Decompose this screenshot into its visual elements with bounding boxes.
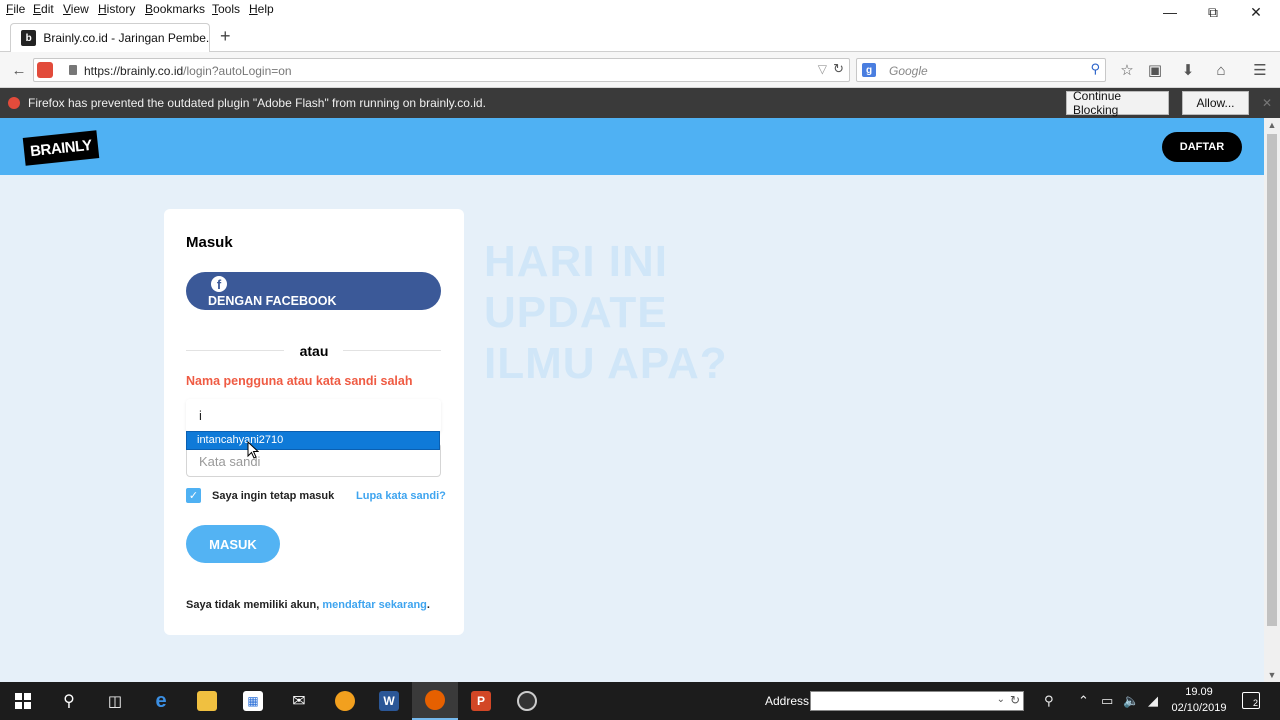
- hero-headline: HARI INI UPDATE ILMU APA?: [484, 236, 728, 389]
- autocomplete-dropdown[interactable]: intancahyani2710: [186, 431, 440, 450]
- login-card: Masuk f DENGAN FACEBOOK atau Nama penggu…: [164, 209, 464, 635]
- menu-edit[interactable]: Edit: [33, 2, 54, 16]
- divider-right: [343, 350, 441, 351]
- navigation-toolbar: ← https://brainly.co.id/login?autoLogin=…: [0, 52, 1280, 88]
- menu-help[interactable]: Help: [249, 2, 274, 16]
- store-icon[interactable]: ▦: [230, 682, 276, 720]
- address-dropdown-icon[interactable]: ⌄: [997, 694, 1005, 705]
- facebook-icon: f: [211, 276, 227, 292]
- or-separator: atau: [299, 343, 329, 359]
- url-path: /login?autoLogin=on: [183, 64, 292, 78]
- remember-me-checkbox[interactable]: ✓: [186, 488, 201, 503]
- signup-suffix: .: [426, 599, 430, 611]
- volume-icon[interactable]: 🔈: [1123, 693, 1139, 709]
- username-value: i: [199, 408, 202, 423]
- signup-prefix: Saya tidak memiliki akun,: [186, 599, 323, 611]
- search-taskbar-icon[interactable]: ⚲: [46, 682, 92, 720]
- reading-list-icon[interactable]: ▣: [1145, 60, 1165, 80]
- autocomplete-suggestion[interactable]: intancahyani2710: [197, 434, 283, 446]
- plugin-notification-bar: Firefox has prevented the outdated plugi…: [0, 88, 1280, 118]
- mouse-cursor-icon: [247, 441, 259, 459]
- task-view-icon[interactable]: ◫: [92, 682, 138, 720]
- address-go-icon[interactable]: ↻: [1010, 693, 1020, 707]
- windows-taskbar: ⚲ ◫ e ▦ ✉ W P Address ⌄ ↻ ⚲ ⌃ ▭ 🔈 ◢ 19.0…: [0, 682, 1280, 720]
- menu-bookmarks[interactable]: Bookmarks: [145, 2, 205, 16]
- reload-icon[interactable]: ↻: [833, 61, 844, 77]
- scroll-down-icon[interactable]: ▼: [1264, 670, 1280, 680]
- plugin-blocked-icon[interactable]: [37, 62, 53, 78]
- brainly-logo[interactable]: BRAINLY: [22, 130, 100, 166]
- back-icon[interactable]: ←: [9, 60, 29, 80]
- close-notification-icon[interactable]: ✕: [1262, 96, 1272, 110]
- signup-prompt: Saya tidak memiliki akun, mendaftar seka…: [186, 599, 430, 611]
- edge-icon[interactable]: e: [138, 682, 184, 720]
- url-host: https://brainly.co.id: [84, 64, 184, 78]
- hero-line-3: ILMU APA?: [484, 339, 728, 388]
- battery-icon[interactable]: ▭: [1101, 693, 1113, 709]
- menu-file[interactable]: File: [6, 2, 25, 16]
- home-icon[interactable]: ⌂: [1211, 60, 1231, 80]
- search-bar[interactable]: g Google ⚲: [856, 58, 1106, 82]
- app-orange-icon[interactable]: [322, 682, 368, 720]
- new-tab-icon[interactable]: +: [220, 26, 231, 47]
- action-center-icon[interactable]: 2: [1242, 692, 1260, 709]
- plugin-warning-icon: [8, 97, 20, 109]
- site-header: BRAINLY DAFTAR: [0, 118, 1264, 175]
- people-icon[interactable]: ⚲: [1044, 693, 1054, 709]
- bookmark-star-icon[interactable]: ☆: [1117, 60, 1137, 80]
- action-center-count: 2: [1252, 698, 1258, 708]
- search-icon[interactable]: ⚲: [1090, 61, 1100, 77]
- username-input[interactable]: i: [186, 399, 441, 433]
- menu-bar: File Edit View History Bookmarks Tools H…: [0, 0, 1280, 20]
- login-title: Masuk: [186, 234, 233, 251]
- tray-expand-icon[interactable]: ⌃: [1078, 693, 1089, 709]
- facebook-login-button[interactable]: f DENGAN FACEBOOK: [186, 272, 441, 310]
- url-bar[interactable]: https://brainly.co.id/login?autoLogin=on…: [33, 58, 850, 82]
- url-text[interactable]: https://brainly.co.id/login?autoLogin=on: [84, 64, 292, 78]
- address-toolbar-input[interactable]: ⌄ ↻: [810, 691, 1024, 711]
- login-error-message: Nama pengguna atau kata sandi salah: [186, 374, 413, 388]
- lock-icon[interactable]: [69, 65, 77, 75]
- firefox-icon[interactable]: [412, 682, 458, 720]
- continue-blocking-button[interactable]: Continue Blocking: [1066, 89, 1169, 117]
- scroll-thumb[interactable]: [1267, 134, 1277, 626]
- tab-title: Brainly.co.id - Jaringan Pembe...: [43, 31, 209, 45]
- download-icon[interactable]: ⬇: [1178, 60, 1198, 80]
- tab-strip: b Brainly.co.id - Jaringan Pembe... +: [0, 20, 1280, 52]
- mail-icon[interactable]: ✉: [276, 682, 322, 720]
- menu-tools[interactable]: Tools: [212, 2, 240, 16]
- brainly-favicon-icon: b: [21, 30, 37, 46]
- file-explorer-icon[interactable]: [184, 682, 230, 720]
- login-submit-button[interactable]: MASUK: [186, 525, 280, 563]
- signup-link[interactable]: mendaftar sekarang: [322, 599, 427, 611]
- hamburger-menu-icon[interactable]: ☰: [1250, 60, 1270, 80]
- hero-line-1: HARI INI: [484, 237, 668, 286]
- word-icon[interactable]: W: [366, 682, 412, 720]
- windows-start-icon[interactable]: [0, 682, 46, 720]
- scroll-up-icon[interactable]: ▲: [1264, 120, 1280, 130]
- google-engine-icon[interactable]: g: [862, 63, 876, 77]
- clock-date[interactable]: 02/10/2019: [1168, 702, 1230, 714]
- dropdown-arrow-icon[interactable]: ▽: [818, 62, 827, 76]
- signup-button[interactable]: DAFTAR: [1162, 132, 1242, 162]
- menu-history[interactable]: History: [98, 2, 135, 16]
- tab-brainly[interactable]: b Brainly.co.id - Jaringan Pembe...: [10, 23, 210, 52]
- forgot-password-link[interactable]: Lupa kata sandi?: [356, 490, 446, 502]
- facebook-login-label: DENGAN FACEBOOK: [208, 294, 337, 308]
- powerpoint-icon[interactable]: P: [458, 682, 504, 720]
- allow-button[interactable]: Allow...: [1182, 91, 1249, 115]
- page-viewport: BRAINLY DAFTAR Masuk f DENGAN FACEBOOK a…: [0, 118, 1264, 682]
- search-placeholder: Google: [889, 64, 928, 78]
- notification-text: Firefox has prevented the outdated plugi…: [28, 96, 486, 110]
- menu-view[interactable]: View: [63, 2, 89, 16]
- remember-me-label[interactable]: Saya ingin tetap masuk: [212, 490, 334, 502]
- address-toolbar-label: Address: [765, 694, 810, 708]
- hero-line-2: UPDATE: [484, 288, 668, 337]
- camera-app-icon[interactable]: [504, 682, 550, 720]
- network-icon[interactable]: ◢: [1148, 693, 1158, 709]
- page-scrollbar[interactable]: ▲ ▼: [1264, 118, 1280, 682]
- clock-time[interactable]: 19.09: [1172, 686, 1226, 698]
